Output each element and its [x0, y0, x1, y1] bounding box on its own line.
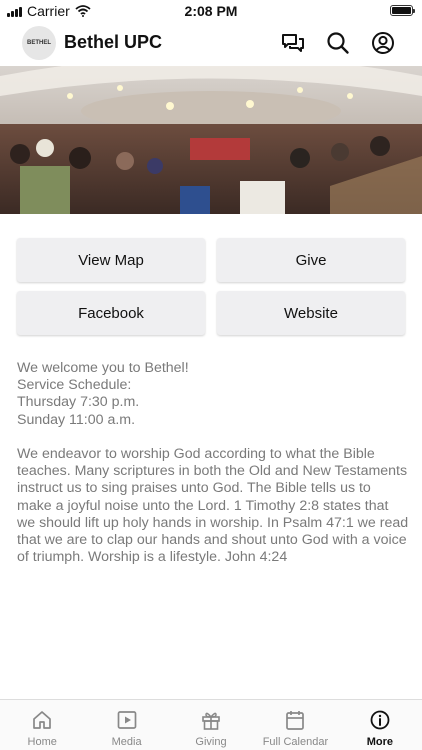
search-icon[interactable]: [325, 30, 351, 56]
account-icon[interactable]: [370, 30, 396, 56]
tab-label-full-calendar: Full Calendar: [262, 736, 329, 748]
website-button[interactable]: Website: [217, 291, 405, 335]
welcome-description: We welcome you to Bethel! Service Schedu…: [17, 360, 409, 566]
tab-more[interactable]: More: [338, 700, 422, 750]
tab-label-home: Home: [27, 736, 57, 748]
congregation-photo: [0, 66, 422, 214]
tab-media[interactable]: Media: [84, 700, 168, 750]
home-icon: [33, 711, 52, 729]
status-time: 2:08 PM: [184, 3, 238, 19]
app-header: BETHEL Bethel UPC: [0, 24, 422, 64]
view-map-button[interactable]: View Map: [17, 238, 205, 282]
tab-label-media: Media: [111, 736, 142, 748]
tab-giving[interactable]: Giving: [169, 700, 253, 750]
tab-full-calendar[interactable]: Full Calendar: [253, 700, 337, 750]
logo-text: BETHEL: [27, 40, 51, 46]
tab-home[interactable]: Home: [0, 700, 84, 750]
app-title: Bethel UPC: [64, 32, 163, 52]
tab-label-giving: Giving: [195, 736, 227, 748]
battery-icon: [390, 5, 415, 16]
facebook-button[interactable]: Facebook: [17, 291, 205, 335]
status-bar: Carrier 2:08 PM: [0, 0, 422, 22]
tab-bar: Home Media Giving Full Calendar More: [0, 699, 422, 750]
church-logo: BETHEL: [22, 26, 56, 60]
chat-icon[interactable]: [280, 30, 306, 56]
tab-label-more: More: [366, 736, 393, 748]
gift-icon: [202, 712, 220, 730]
media-icon: [117, 711, 136, 729]
give-button[interactable]: Give: [217, 238, 405, 282]
hero-image: [0, 66, 422, 214]
calendar-icon: [286, 711, 305, 730]
info-icon: [370, 710, 390, 730]
